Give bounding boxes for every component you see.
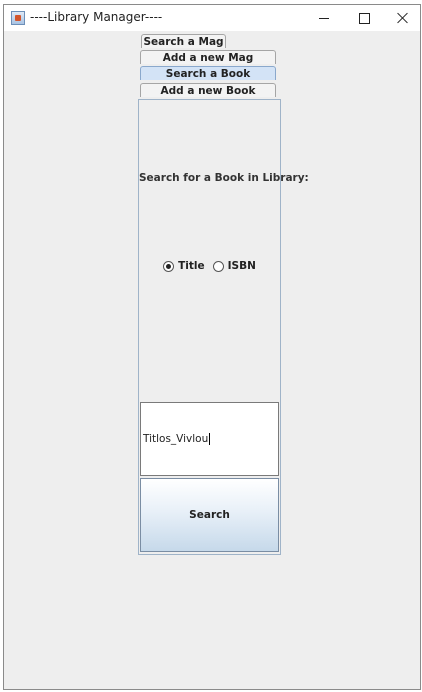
tab-add-a-new-mag[interactable]: Add a new Mag (140, 50, 276, 64)
minimize-button[interactable] (304, 5, 344, 31)
radio-isbn[interactable]: ISBN (212, 260, 256, 272)
maximize-button[interactable] (344, 5, 384, 31)
tab-search-a-book[interactable]: Search a Book (140, 66, 276, 80)
search-input[interactable]: Titlos_Vivlou (140, 402, 279, 476)
search-input-value: Titlos_Vivlou (143, 433, 209, 445)
radio-title-label: Title (178, 260, 205, 272)
title-bar[interactable]: ----Library Manager---- (4, 5, 420, 31)
minimize-icon (319, 17, 329, 19)
text-caret (209, 433, 211, 445)
panel-heading: Search for a Book in Library: (139, 172, 309, 184)
radio-title[interactable]: Title (163, 260, 205, 272)
window-title: ----Library Manager---- (30, 10, 163, 24)
close-button[interactable] (383, 5, 422, 31)
java-cup-icon (11, 11, 25, 25)
tab-search-a-mag[interactable]: Search a Mag (141, 34, 226, 48)
radio-selected-icon[interactable] (163, 260, 175, 272)
close-icon (397, 12, 409, 24)
radio-isbn-label: ISBN (227, 260, 256, 272)
search-type-radio-group: Title ISBN (139, 260, 280, 272)
search-button[interactable]: Search (140, 478, 279, 552)
maximize-icon (358, 12, 370, 24)
tab-add-a-new-book[interactable]: Add a new Book (140, 83, 276, 97)
radio-unselected-icon[interactable] (212, 260, 224, 272)
search-book-panel: Search for a Book in Library: Title ISBN… (138, 99, 309, 555)
